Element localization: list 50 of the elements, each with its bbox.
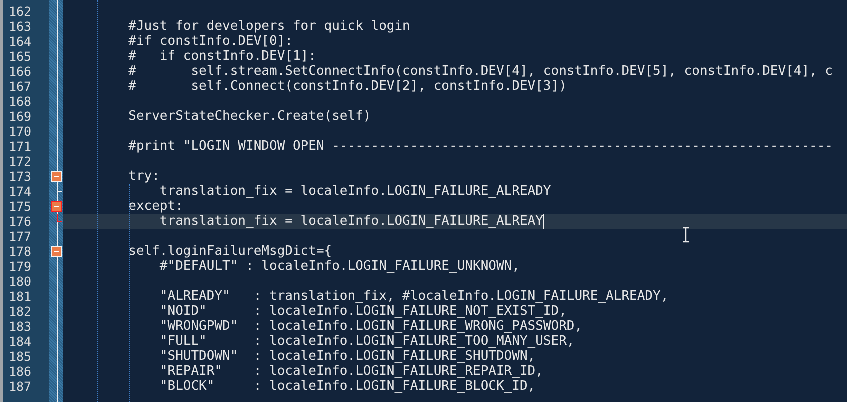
code-line: except: [128,199,184,214]
code-line: ServerStateChecker.Create(self) [128,109,372,124]
line-number: 167 [8,79,32,94]
code-line: self.loginFailureMsgDict={ [128,244,332,259]
line-number: 181 [8,289,32,304]
code-line: #if constInfo.DEV[0]: [128,34,293,49]
line-number: 164 [8,34,32,49]
code-line: #Just for developers for quick login [128,19,410,34]
line-number: 168 [8,94,32,109]
code-line: "FULL" : localeInfo.LOGIN_FAILURE_TOO_MANY_USER, [158,334,575,349]
line-number: 177 [8,229,32,244]
code-line: "ALREADY" : translation_fix, #localeInfo.LOGIN_FAILURE_ALREADY, [158,289,669,304]
code-line: "BLOCK" : localeInfo.LOGIN_FAILURE_BLOCK_ID, [158,379,536,394]
line-number: 173 [8,169,32,184]
line-number: 182 [8,304,32,319]
line-number: 183 [8,319,32,334]
line-number: 176 [8,214,32,229]
code-line: "SHUTDOWN" : localeInfo.LOGIN_FAILURE_SHUTDOWN, [158,349,536,364]
code-editor[interactable] [0,0,847,402]
line-number: 171 [8,139,32,154]
code-line: translation_fix = localeInfo.LOGIN_FAILURE_ALREAY [158,214,544,229]
code-line: try: [128,169,160,184]
code-line: #print "LOGIN WINDOW OPEN ---------------------------------------------------------------- [128,139,834,154]
line-number: 175 [8,199,32,214]
code-line: "WRONGPWD" : localeInfo.LOGIN_FAILURE_WRONG_PASSWORD, [158,319,583,334]
line-number: 179 [8,259,32,274]
line-number: 162 [8,4,32,19]
line-number: 174 [8,184,32,199]
line-number: 184 [8,334,32,349]
line-number: 185 [8,349,32,364]
line-number: 165 [8,49,32,64]
code-line: # self.stream.SetConnectInfo(constInfo.DEV[4], constInfo.DEV[5], constInfo.DEV[4], c [128,64,834,79]
text-cursor-icon [682,227,690,243]
code-line: # self.Connect(constInfo.DEV[2], constInfo.DEV[3]) [128,79,567,94]
line-number: 187 [8,379,32,394]
code-line: #"DEFAULT" : localeInfo.LOGIN_FAILURE_UNKNOWN, [158,259,520,274]
line-number: 178 [8,244,32,259]
line-number: 169 [8,109,32,124]
fold-collapse-icon[interactable] [51,201,62,212]
text-caret [543,214,544,229]
line-number: 172 [8,154,32,169]
line-number: 166 [8,64,32,79]
code-line: translation_fix = localeInfo.LOGIN_FAILURE_ALREADY [158,184,552,199]
line-number: 186 [8,364,32,379]
line-number: 170 [8,124,32,139]
code-line: "NOID" : localeInfo.LOGIN_FAILURE_NOT_EXIST_ID, [158,304,567,319]
line-number: 163 [8,19,32,34]
code-line: # if constInfo.DEV[1]: [128,49,316,64]
code-line: "REPAIR" : localeInfo.LOGIN_FAILURE_REPAIR_ID, [158,364,544,379]
line-number: 180 [8,274,32,289]
